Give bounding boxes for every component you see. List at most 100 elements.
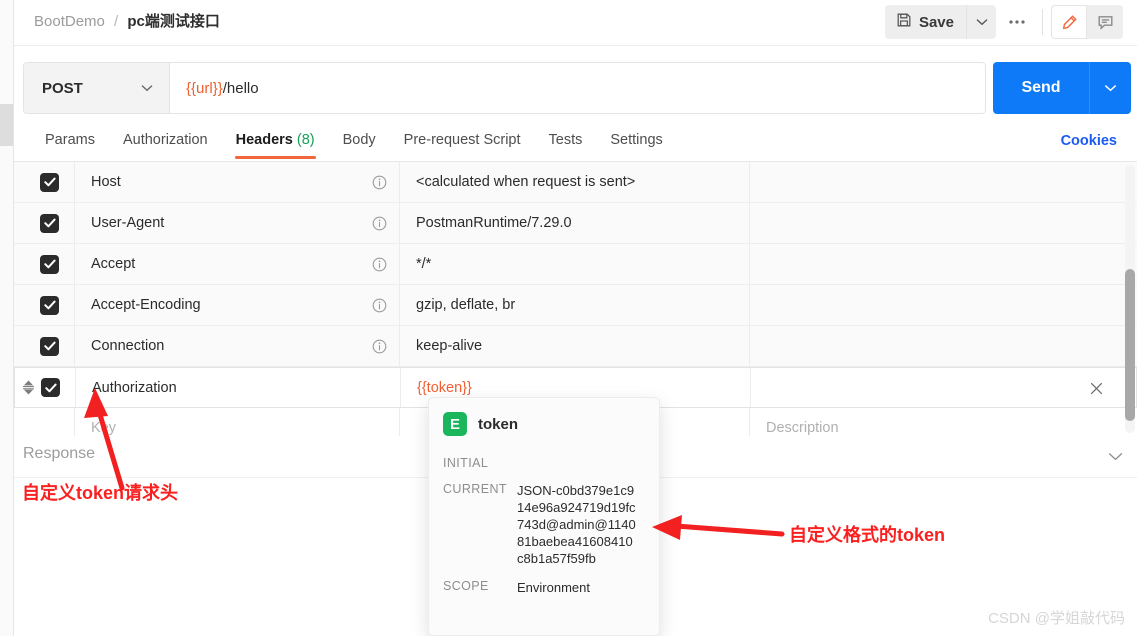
postman-request-screen: BootDemo / pc端测试接口 Save POST {{url}} /he… — [0, 0, 1137, 636]
header-description-cell[interactable] — [749, 203, 1137, 243]
row-checkbox[interactable] — [41, 378, 60, 397]
send-button-group: Send — [993, 62, 1131, 114]
send-options-chevron[interactable] — [1089, 62, 1131, 114]
url-input[interactable]: {{url}}/hello — [170, 63, 985, 113]
new-header-key-cell[interactable]: Key — [74, 408, 399, 436]
headers-scrollbar-track[interactable] — [1125, 165, 1135, 433]
tab-pre-request-script[interactable]: Pre-request Script — [390, 126, 535, 158]
variable-current-label: CURRENT — [443, 482, 507, 496]
check-icon — [43, 300, 56, 310]
check-icon — [43, 177, 56, 187]
variable-initial-label: INITIAL — [443, 456, 489, 470]
tab-authorization[interactable]: Authorization — [109, 126, 222, 158]
info-icon[interactable] — [372, 298, 387, 313]
header-description-cell[interactable] — [749, 326, 1137, 366]
table-row[interactable]: Accept-Encoding gzip, deflate, br — [14, 285, 1137, 326]
edit-mode-button[interactable] — [1051, 5, 1087, 39]
chevron-down-icon — [976, 19, 987, 26]
table-row[interactable]: Accept */* — [14, 244, 1137, 285]
row-checkbox[interactable] — [40, 254, 59, 274]
http-method-select[interactable]: POST — [24, 63, 170, 113]
header-description-cell[interactable] — [749, 162, 1137, 202]
more-options-button[interactable] — [1000, 5, 1034, 39]
header-value-text: keep-alive — [416, 338, 483, 354]
ellipsis-icon — [1009, 20, 1025, 24]
breadcrumb-separator: / — [114, 13, 119, 30]
top-bar: BootDemo / pc端测试接口 Save — [14, 0, 1137, 46]
header-value-cell[interactable]: keep-alive — [399, 326, 749, 366]
response-collapse-chevron[interactable] — [1108, 448, 1123, 466]
drag-handle-icon[interactable] — [14, 285, 40, 325]
header-key-text: Authorization — [92, 379, 177, 396]
variable-initial-row: INITIAL — [443, 456, 645, 470]
variable-initial-value — [517, 456, 639, 470]
drag-handle-icon[interactable] — [14, 162, 40, 202]
breadcrumb-parent[interactable]: BootDemo — [34, 13, 105, 30]
tab-settings[interactable]: Settings — [596, 126, 676, 158]
drag-handle-icon[interactable] — [15, 368, 41, 407]
header-key-cell[interactable]: Authorization — [75, 368, 400, 407]
info-icon[interactable] — [372, 175, 387, 190]
check-icon — [43, 218, 56, 228]
header-value-cell[interactable]: */* — [399, 244, 749, 284]
header-description-cell[interactable] — [749, 285, 1137, 325]
header-value-cell[interactable]: <calculated when request is sent> — [399, 162, 749, 202]
url-path-text: /hello — [222, 79, 259, 97]
send-button[interactable]: Send — [993, 62, 1089, 114]
row-checkbox-cell — [40, 162, 74, 202]
breadcrumb-current[interactable]: pc端测试接口 — [127, 13, 220, 30]
info-icon[interactable] — [372, 339, 387, 354]
table-row[interactable]: Connection keep-alive — [14, 326, 1137, 367]
url-bar: POST {{url}}/hello — [23, 62, 986, 114]
drag-handle-icon[interactable] — [14, 244, 40, 284]
description-placeholder: Description — [766, 420, 839, 436]
key-placeholder: Key — [91, 420, 116, 436]
row-checkbox-cell — [40, 408, 74, 436]
variable-tooltip-popup: E token INITIAL CURRENT JSON-c0bd379e1c9… — [428, 397, 660, 636]
header-key-cell[interactable]: Connection — [74, 326, 399, 366]
drag-handle-icon[interactable] — [14, 326, 40, 366]
drag-handle-placeholder — [14, 408, 40, 436]
tab-label: Authorization — [122, 132, 208, 148]
new-header-description-cell[interactable]: Description — [749, 408, 1137, 436]
headers-scrollbar-thumb[interactable] — [1125, 269, 1135, 421]
delete-row-button[interactable] — [1082, 368, 1110, 408]
header-key-cell[interactable]: Host — [74, 162, 399, 202]
header-description-cell[interactable] — [749, 244, 1137, 284]
chevron-down-icon — [141, 85, 153, 92]
tab-label: Tests — [548, 132, 583, 148]
request-tabs-bar: Params Authorization Headers (8) Body Pre-re… — [14, 126, 1137, 162]
header-key-cell[interactable]: Accept — [74, 244, 399, 284]
row-checkbox[interactable] — [40, 213, 59, 233]
save-button-label: Save — [918, 13, 954, 31]
info-icon[interactable] — [372, 257, 387, 272]
response-label: Response — [23, 445, 96, 462]
save-button-group: Save — [884, 5, 996, 39]
header-key-cell[interactable]: Accept-Encoding — [74, 285, 399, 325]
request-tabs: Params Authorization Headers (8) Body Pre-re… — [14, 126, 1137, 162]
header-description-cell[interactable] — [750, 368, 1136, 407]
header-value-cell[interactable]: gzip, deflate, br — [399, 285, 749, 325]
tab-label: Pre-request Script — [403, 132, 521, 148]
http-method-value: POST — [42, 79, 83, 97]
row-checkbox[interactable] — [40, 172, 59, 192]
check-icon — [43, 259, 56, 269]
tab-body[interactable]: Body — [329, 126, 390, 158]
row-checkbox[interactable] — [40, 336, 59, 356]
info-icon[interactable] — [372, 216, 387, 231]
tab-params[interactable]: Params — [31, 126, 109, 158]
header-value-cell[interactable]: PostmanRuntime/7.29.0 — [399, 203, 749, 243]
save-options-chevron[interactable] — [966, 5, 996, 39]
comments-button[interactable] — [1087, 5, 1123, 39]
table-row[interactable]: Host <calculated when request is sent> — [14, 162, 1137, 203]
cookies-link[interactable]: Cookies — [1061, 133, 1117, 149]
header-key-cell[interactable]: User-Agent — [74, 203, 399, 243]
tab-headers[interactable]: Headers (8) — [222, 126, 329, 159]
tab-tests[interactable]: Tests — [535, 126, 597, 158]
drag-handle-icon[interactable] — [14, 203, 40, 243]
table-row[interactable]: User-Agent PostmanRuntime/7.29.0 — [14, 203, 1137, 244]
variable-scope-label: SCOPE — [443, 579, 489, 593]
comment-icon — [1098, 15, 1112, 30]
save-button[interactable]: Save — [885, 5, 966, 39]
row-checkbox[interactable] — [40, 295, 59, 315]
